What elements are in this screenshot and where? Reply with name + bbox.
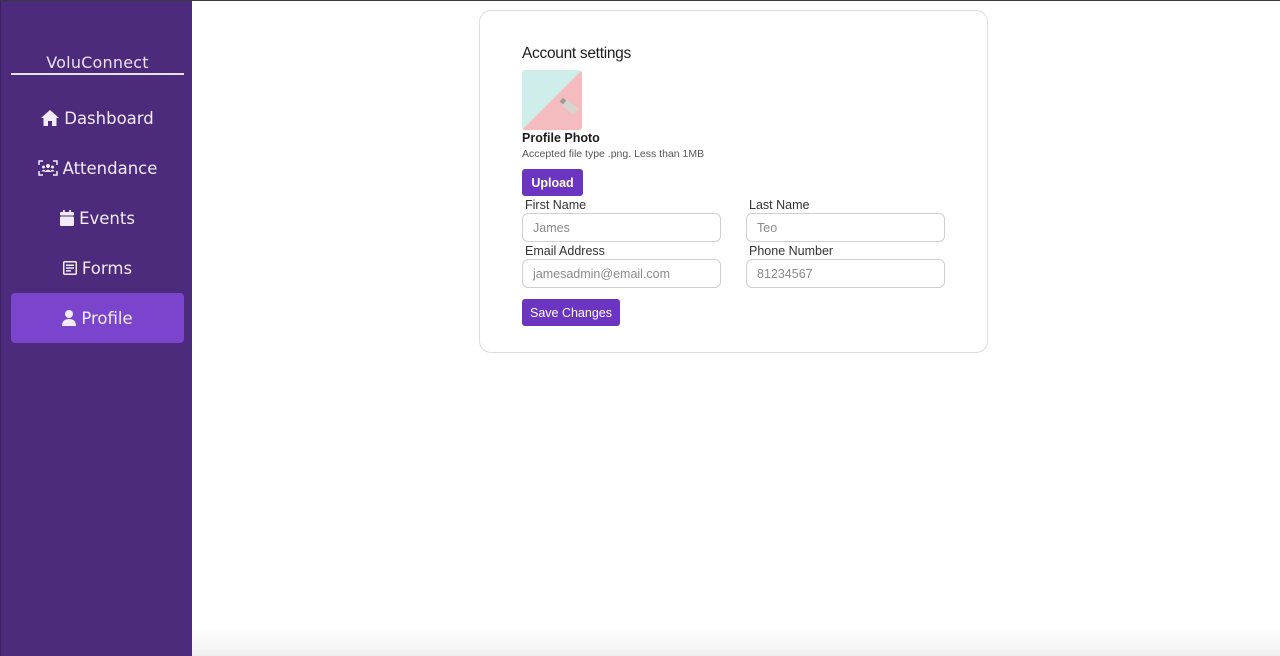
sidebar-item-label: Profile — [81, 308, 133, 328]
attendance-icon — [37, 160, 58, 176]
sidebar-item-label: Dashboard — [64, 108, 154, 128]
sidebar-item-events[interactable]: Events — [11, 193, 184, 243]
user-icon — [62, 310, 77, 326]
phone-field[interactable] — [746, 259, 945, 288]
brand-logo-text[interactable]: VoluConnect — [11, 53, 184, 75]
sidebar-item-dashboard[interactable]: Dashboard — [11, 93, 184, 143]
last-name-label: Last Name — [749, 198, 810, 212]
page-title: Account settings — [522, 45, 631, 62]
profile-photo-label: Profile Photo — [522, 131, 600, 145]
sidebar-item-attendance[interactable]: Attendance — [11, 143, 184, 193]
upload-button[interactable]: Upload — [522, 169, 583, 196]
sidebar-item-forms[interactable]: Forms — [11, 243, 184, 293]
sidebar-item-profile[interactable]: Profile — [11, 293, 184, 343]
profile-photo — [522, 70, 582, 130]
calendar-icon — [60, 210, 75, 226]
home-icon — [41, 110, 60, 126]
first-name-label: First Name — [525, 198, 587, 212]
form-icon — [62, 261, 77, 275]
account-settings-card: Account settings Profile Photo Accepted … — [479, 10, 988, 353]
profile-photo-hint: Accepted file type .png. Less than 1MB — [522, 148, 705, 160]
last-name-field[interactable] — [746, 213, 945, 242]
sidebar-item-label: Attendance — [62, 158, 158, 178]
email-label: Email Address — [525, 244, 605, 258]
save-changes-button[interactable]: Save Changes — [522, 299, 620, 326]
window-top-border — [0, 0, 1280, 1]
sidebar: VoluConnect Dashboard Attendance Events — [0, 1, 192, 656]
bottom-shadow — [192, 628, 1280, 656]
phone-label: Phone Number — [749, 244, 834, 258]
email-field[interactable] — [522, 259, 721, 288]
sidebar-item-label: Events — [79, 208, 135, 228]
sidebar-item-label: Forms — [81, 258, 133, 278]
first-name-field[interactable] — [522, 213, 721, 242]
